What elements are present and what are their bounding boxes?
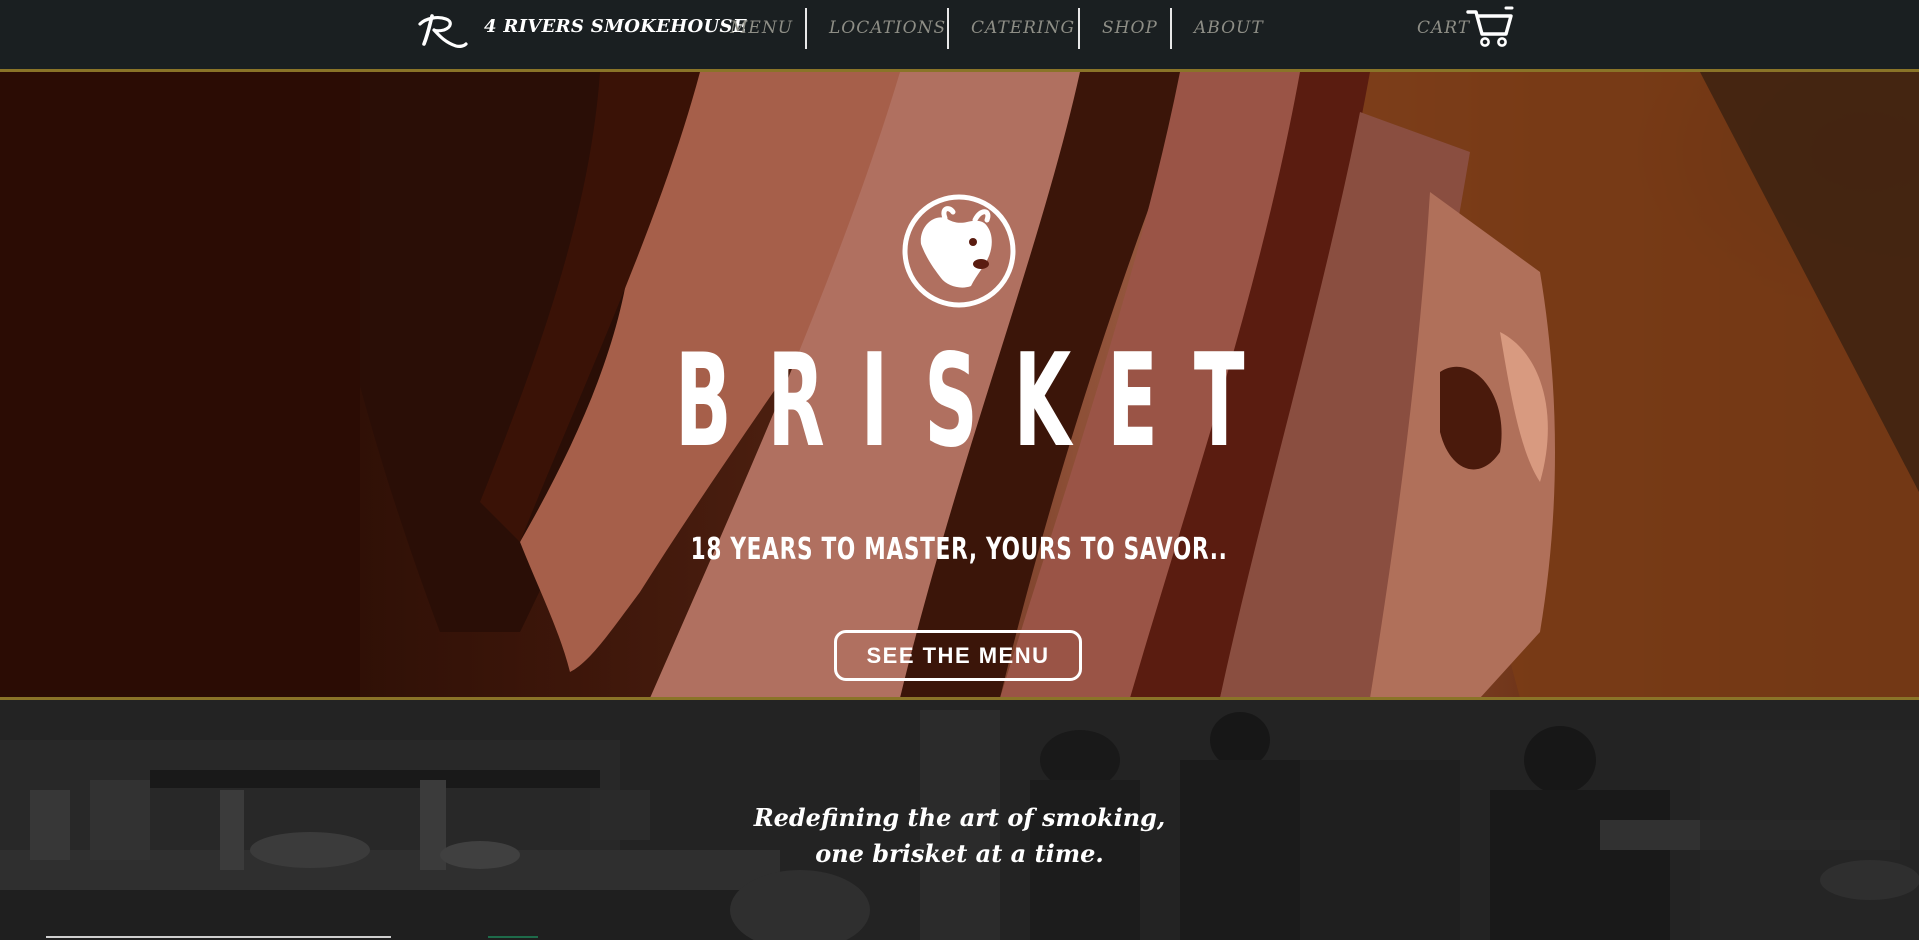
tagline-line-2: one brisket at a time. — [815, 839, 1104, 868]
nav-menu[interactable]: MENU — [730, 18, 793, 38]
nav-divider — [947, 8, 949, 49]
nav-shop[interactable]: SHOP — [1102, 18, 1158, 38]
nav-divider — [805, 8, 807, 49]
cow-head-emblem-icon — [902, 194, 1016, 308]
cart-link[interactable]: CART — [1417, 18, 1470, 38]
r-logo-icon[interactable] — [416, 10, 470, 50]
nav-catering[interactable]: CATERING — [971, 18, 1075, 38]
nav-divider — [1170, 8, 1172, 49]
top-navigation-bar: 4 RIVERS SMOKEHOUSE MENU LOCATIONS CATER… — [0, 0, 1919, 72]
hero-title: BRISKET — [674, 327, 1281, 476]
nav-locations[interactable]: LOCATIONS — [829, 18, 946, 38]
nav-divider — [1078, 8, 1080, 49]
tagline-line-1: Redefining the art of smoking, — [753, 803, 1166, 832]
hero-subtitle: 18 YEARS TO MASTER, YOURS TO SAVOR.. — [690, 532, 1228, 567]
brand-name-link[interactable]: 4 RIVERS SMOKEHOUSE — [484, 16, 747, 37]
restaurant-interior-section: Redefining the art of smoking, one brisk… — [0, 700, 1919, 940]
brand-tagline: Redefining the art of smoking, one brisk… — [0, 800, 1919, 872]
nav-about[interactable]: ABOUT — [1194, 18, 1264, 38]
shopping-cart-icon[interactable] — [1466, 6, 1514, 48]
bottom-edge-bar — [46, 936, 391, 938]
see-menu-button[interactable]: SEE THE MENU — [834, 630, 1082, 681]
hero-banner: BRISKET 18 YEARS TO MASTER, YOURS TO SAV… — [0, 72, 1919, 698]
bottom-edge-bar-accent — [488, 936, 538, 938]
